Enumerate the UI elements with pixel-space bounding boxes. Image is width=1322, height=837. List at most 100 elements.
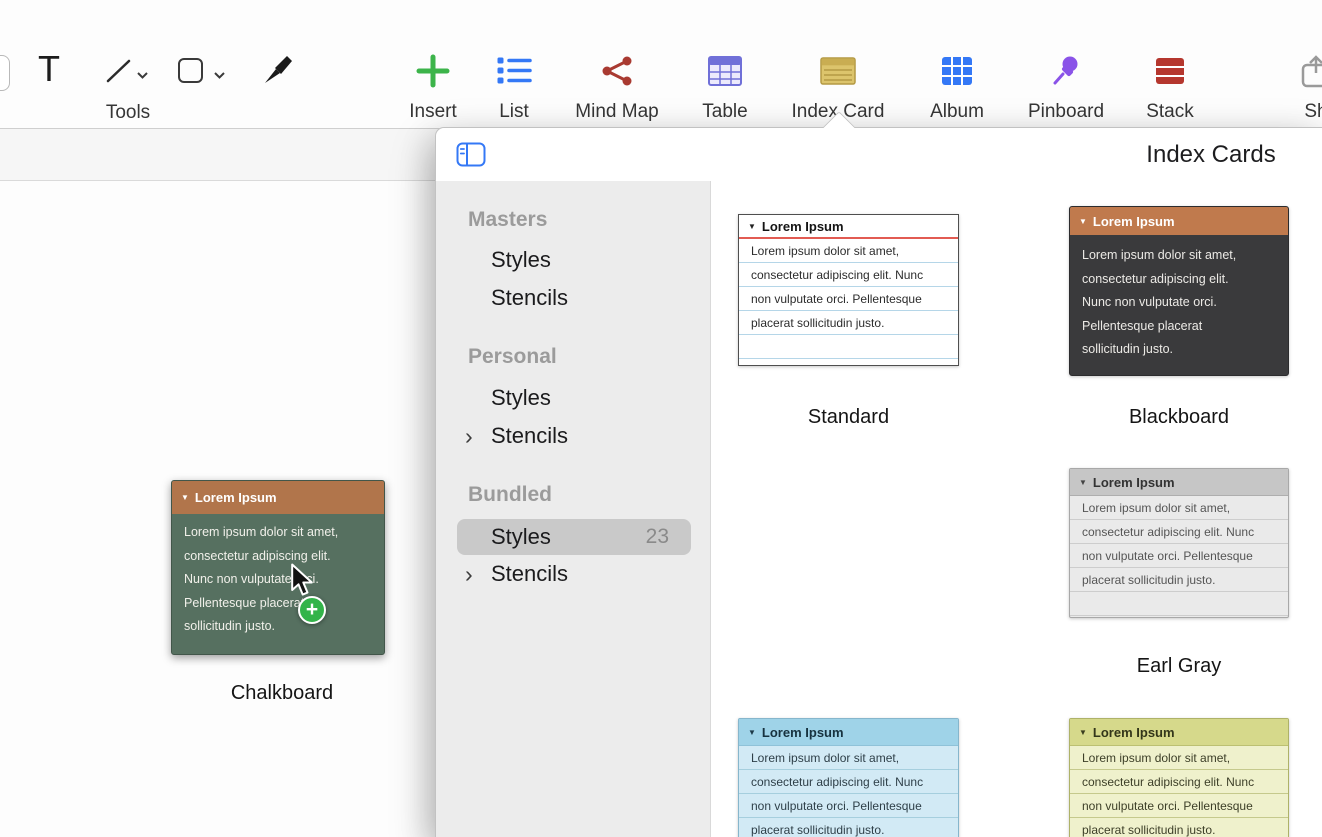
text-tool-button[interactable]: T — [38, 48, 60, 90]
card-header-text: Lorem Ipsum — [762, 725, 844, 740]
card-body-line: non vulputate orci. Pellentesque — [739, 794, 958, 818]
toolbar-button-label: Album — [897, 101, 1017, 123]
brush-tool-button[interactable] — [262, 54, 294, 91]
card-body-line: consectetur adipiscing elit. Nunc — [1070, 770, 1288, 794]
shape-tool-button[interactable] — [178, 58, 203, 83]
card-header-text: Lorem Ipsum — [1093, 214, 1175, 229]
sidebar-item-label: Styles — [491, 524, 551, 550]
album-icon — [897, 48, 1017, 94]
disclosure-triangle-icon: ▼ — [748, 728, 756, 737]
sidebar-item-bundled-stencils[interactable]: Stencils — [491, 561, 568, 587]
card-styles-gallery: ▼ Lorem Ipsum Lorem ipsum dolor sit amet… — [712, 181, 1322, 837]
sidebar-section-personal: Personal — [468, 345, 557, 369]
toolbar-button-label: Mind Map — [557, 101, 677, 123]
sidebar-section-bundled: Bundled — [468, 483, 552, 507]
card-body: Lorem ipsum dolor sit amet, consectetur … — [1070, 746, 1288, 837]
tools-group-label: Tools — [68, 102, 188, 124]
card-header: ▼ Lorem Ipsum — [1070, 719, 1288, 746]
bundled-stencils-disclosure-icon[interactable]: › — [465, 563, 473, 586]
card-body-line: placerat sollicitudin justo. — [1070, 568, 1288, 592]
list-icon — [454, 48, 574, 94]
disclosure-triangle-icon: ▼ — [181, 493, 189, 502]
card-body-line: sollicitudin justo. — [172, 615, 384, 639]
drag-card-name-label: Chalkboard — [171, 682, 393, 705]
card-header: ▼ Lorem Ipsum — [1070, 469, 1288, 496]
table-icon — [665, 48, 785, 94]
toolbar-button-label: Pinboard — [1006, 101, 1126, 123]
brush-icon — [262, 54, 294, 86]
toolbar-button-pinboard[interactable]: Pinboard — [1006, 48, 1126, 123]
card-body-line: Lorem ipsum dolor sit amet, — [1070, 496, 1288, 520]
card-style-earl-gray[interactable]: ▼ Lorem Ipsum Lorem ipsum dolor sit amet… — [1069, 468, 1289, 618]
sidebar-toggle-icon[interactable] — [456, 142, 486, 167]
disclosure-triangle-icon: ▼ — [1079, 728, 1087, 737]
card-style-blue[interactable]: ▼ Lorem Ipsum Lorem ipsum dolor sit amet… — [738, 718, 959, 837]
toolbar-button-table[interactable]: Table — [665, 48, 785, 123]
toolbar-button-stack[interactable]: Stack — [1110, 48, 1230, 123]
toolbar-button-list[interactable]: List — [454, 48, 574, 123]
toolbar-edge-button[interactable] — [0, 55, 10, 91]
share-icon — [1256, 48, 1322, 94]
sidebar-section-masters: Masters — [468, 208, 547, 232]
pinboard-pin-icon — [1006, 48, 1126, 94]
mind-map-icon — [557, 48, 677, 94]
card-header-text: Lorem Ipsum — [195, 490, 277, 505]
card-style-yellow[interactable]: ▼ Lorem Ipsum Lorem ipsum dolor sit amet… — [1069, 718, 1289, 837]
sidebar-item-count-badge: 23 — [646, 525, 669, 549]
sidebar-item-masters-stencils[interactable]: Stencils — [491, 285, 568, 311]
disclosure-triangle-icon: ▼ — [748, 222, 756, 231]
sidebar-item-personal-stencils[interactable]: Stencils — [491, 423, 568, 449]
app-window: T Tools — [0, 0, 1322, 837]
card-body: Lorem ipsum dolor sit amet, consectetur … — [172, 514, 384, 639]
toolbar-button-label: Table — [665, 101, 785, 123]
card-body: Lorem ipsum dolor sit amet, consectetur … — [739, 746, 958, 837]
card-body-line: consectetur adipiscing elit. Nunc — [739, 263, 958, 287]
line-tool-button[interactable] — [104, 56, 134, 91]
disclosure-triangle-icon: ▼ — [1079, 478, 1087, 487]
personal-stencils-disclosure-icon[interactable]: › — [465, 425, 473, 448]
card-style-standard[interactable]: ▼ Lorem Ipsum Lorem ipsum dolor sit amet… — [738, 214, 959, 366]
toolbar-button-album[interactable]: Album — [897, 48, 1017, 123]
card-header: ▼ Lorem Ipsum — [739, 215, 958, 239]
main-toolbar: T Tools — [0, 0, 1322, 129]
card-header-text: Lorem Ipsum — [1093, 725, 1175, 740]
card-style-name: Earl Gray — [1069, 655, 1289, 678]
card-body-line: placerat sollicitudin justo. — [739, 818, 958, 837]
card-body-line: non vulputate orci. Pellentesque — [1070, 794, 1288, 818]
card-body: Lorem ipsum dolor sit amet, consectetur … — [1070, 496, 1288, 617]
card-body-line: consectetur adipiscing elit. — [172, 545, 384, 569]
shape-tool-chevron-down-icon[interactable] — [214, 66, 225, 84]
card-style-blackboard[interactable]: ▼ Lorem Ipsum Lorem ipsum dolor sit amet… — [1069, 206, 1289, 376]
card-body-line: Lorem ipsum dolor sit amet, — [739, 239, 958, 263]
toolbar-button-label: Sh — [1256, 101, 1322, 123]
card-body: Lorem ipsum dolor sit amet, consectetur … — [739, 239, 958, 363]
card-body-line: sollicitudin justo. — [1070, 338, 1288, 362]
card-body-line: Pellentesque placerat — [1070, 315, 1288, 339]
card-body-line: Lorem ipsum dolor sit amet, — [1070, 244, 1288, 268]
toolbar-button-mind-map[interactable]: Mind Map — [557, 48, 677, 123]
sidebar-item-bundled-styles[interactable]: Styles 23 — [457, 519, 691, 555]
sidebar-item-masters-styles[interactable]: Styles — [491, 247, 551, 273]
line-icon — [104, 56, 134, 86]
toolbar-button-label: List — [454, 101, 574, 123]
popover-title: Index Cards — [1076, 141, 1322, 169]
card-header-text: Lorem Ipsum — [1093, 475, 1175, 490]
card-body-line: Lorem ipsum dolor sit amet, — [739, 746, 958, 770]
card-body-line: placerat sollicitudin justo. — [739, 311, 958, 335]
card-header: ▼ Lorem Ipsum — [739, 719, 958, 746]
line-tool-chevron-down-icon[interactable] — [137, 66, 148, 84]
popover-titlebar: Index Cards — [436, 128, 1322, 181]
card-header-text: Lorem Ipsum — [762, 219, 844, 234]
drag-card-chalkboard[interactable]: ▼ Lorem Ipsum Lorem ipsum dolor sit amet… — [171, 480, 385, 655]
toolbar-button-label: Stack — [1110, 101, 1230, 123]
sidebar-item-personal-styles[interactable]: Styles — [491, 385, 551, 411]
toolbar-button-share[interactable]: Sh — [1256, 48, 1322, 123]
card-style-name: Standard — [738, 406, 959, 429]
card-header: ▼ Lorem Ipsum — [172, 481, 384, 514]
card-body-line: non vulputate orci. Pellentesque — [1070, 544, 1288, 568]
index-cards-popover: Index Cards Masters Styles Stencils Pers… — [435, 127, 1322, 837]
disclosure-triangle-icon: ▼ — [1079, 217, 1087, 226]
card-header: ▼ Lorem Ipsum — [1070, 207, 1288, 235]
card-body-line: Lorem ipsum dolor sit amet, — [172, 521, 384, 545]
card-body-line: Lorem ipsum dolor sit amet, — [1070, 746, 1288, 770]
